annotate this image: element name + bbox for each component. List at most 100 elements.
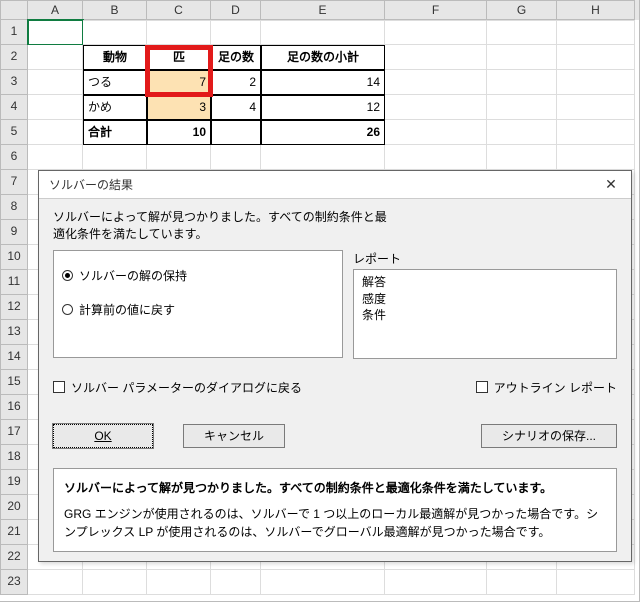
col-header-G[interactable]: G (487, 0, 557, 20)
col-header-D[interactable]: D (211, 0, 261, 20)
row-header[interactable]: 11 (0, 270, 28, 295)
cell[interactable] (487, 570, 557, 595)
cell[interactable]: 12 (261, 95, 385, 120)
cell[interactable] (385, 120, 487, 145)
row-header[interactable]: 16 (0, 395, 28, 420)
col-header-A[interactable]: A (28, 0, 83, 20)
cell[interactable]: 26 (261, 120, 385, 145)
cell[interactable]: 合計 (83, 120, 147, 145)
report-item-sensitivity[interactable]: 感度 (362, 291, 608, 308)
cell[interactable] (385, 145, 487, 170)
col-header-E[interactable]: E (261, 0, 385, 20)
cell[interactable] (385, 20, 487, 45)
row-header[interactable]: 2 (0, 45, 28, 70)
row-header[interactable]: 14 (0, 345, 28, 370)
row-header[interactable]: 18 (0, 445, 28, 470)
cell[interactable] (28, 20, 83, 45)
report-item-limits[interactable]: 条件 (362, 307, 608, 324)
cancel-button[interactable]: キャンセル (183, 424, 285, 448)
row-header[interactable]: 17 (0, 420, 28, 445)
cell[interactable]: 3 (147, 95, 211, 120)
cell[interactable]: つる (83, 70, 147, 95)
cell[interactable] (28, 145, 83, 170)
cell[interactable]: 足の数の小計 (261, 45, 385, 70)
cell[interactable] (147, 570, 211, 595)
cell[interactable] (211, 20, 261, 45)
cell[interactable]: 4 (211, 95, 261, 120)
cell[interactable]: 匹 (147, 45, 211, 70)
cell[interactable] (385, 45, 487, 70)
cell[interactable] (28, 70, 83, 95)
cell[interactable] (487, 120, 557, 145)
row-header[interactable]: 15 (0, 370, 28, 395)
cell[interactable] (147, 20, 211, 45)
row-header[interactable]: 10 (0, 245, 28, 270)
row-header[interactable]: 8 (0, 195, 28, 220)
cell[interactable] (211, 570, 261, 595)
cell[interactable] (261, 145, 385, 170)
row-header[interactable]: 12 (0, 295, 28, 320)
cell[interactable] (211, 145, 261, 170)
row-header[interactable]: 9 (0, 220, 28, 245)
cell[interactable] (557, 70, 635, 95)
cell[interactable] (83, 570, 147, 595)
reports-listbox[interactable]: 解答 感度 条件 (353, 269, 617, 359)
cell[interactable] (385, 95, 487, 120)
cell[interactable] (261, 20, 385, 45)
cell[interactable] (487, 20, 557, 45)
dialog-titlebar[interactable]: ソルバーの結果 ✕ (39, 171, 631, 199)
cell[interactable] (557, 145, 635, 170)
cell[interactable] (487, 45, 557, 70)
cell[interactable] (487, 95, 557, 120)
cell[interactable] (28, 120, 83, 145)
cell[interactable] (28, 95, 83, 120)
cell[interactable] (557, 95, 635, 120)
cell[interactable] (83, 20, 147, 45)
cell[interactable] (28, 570, 83, 595)
cell[interactable] (385, 70, 487, 95)
report-item-answer[interactable]: 解答 (362, 274, 608, 291)
cell[interactable] (487, 70, 557, 95)
cell[interactable]: 7 (147, 70, 211, 95)
row-header[interactable]: 7 (0, 170, 28, 195)
row-header[interactable]: 3 (0, 70, 28, 95)
cell[interactable] (385, 570, 487, 595)
row-header[interactable]: 6 (0, 145, 28, 170)
cell[interactable] (557, 20, 635, 45)
cell[interactable] (147, 145, 211, 170)
row-header[interactable]: 23 (0, 570, 28, 595)
cell[interactable] (557, 45, 635, 70)
radio-keep-solution[interactable]: ソルバーの解の保持 (62, 265, 334, 287)
radio-revert-values[interactable]: 計算前の値に戻す (62, 299, 334, 321)
col-header-B[interactable]: B (83, 0, 147, 20)
cell[interactable]: 2 (211, 70, 261, 95)
checkbox-return-to-params[interactable]: ソルバー パラメーターのダイアログに戻る (53, 379, 302, 396)
cell[interactable]: かめ (83, 95, 147, 120)
row-header[interactable]: 1 (0, 20, 28, 45)
cell[interactable] (28, 45, 83, 70)
checkbox-outline-report[interactable]: アウトライン レポート (476, 379, 617, 396)
cell[interactable]: 14 (261, 70, 385, 95)
row-header[interactable]: 20 (0, 495, 28, 520)
col-header-F[interactable]: F (385, 0, 487, 20)
cell[interactable] (211, 120, 261, 145)
row-header[interactable]: 21 (0, 520, 28, 545)
row-header[interactable]: 13 (0, 320, 28, 345)
col-header-H[interactable]: H (557, 0, 635, 20)
row-header[interactable]: 4 (0, 95, 28, 120)
cell[interactable]: 10 (147, 120, 211, 145)
row-header[interactable]: 22 (0, 545, 28, 570)
row-header[interactable]: 19 (0, 470, 28, 495)
cell[interactable] (261, 570, 385, 595)
select-all-corner[interactable] (0, 0, 28, 20)
cell[interactable]: 足の数 (211, 45, 261, 70)
col-header-C[interactable]: C (147, 0, 211, 20)
ok-button[interactable]: OK (53, 424, 153, 448)
close-icon[interactable]: ✕ (597, 174, 625, 196)
cell[interactable] (557, 570, 635, 595)
cell[interactable]: 動物 (83, 45, 147, 70)
cell[interactable] (487, 145, 557, 170)
save-scenario-button[interactable]: シナリオの保存... (481, 424, 617, 448)
cell[interactable] (557, 120, 635, 145)
row-header[interactable]: 5 (0, 120, 28, 145)
